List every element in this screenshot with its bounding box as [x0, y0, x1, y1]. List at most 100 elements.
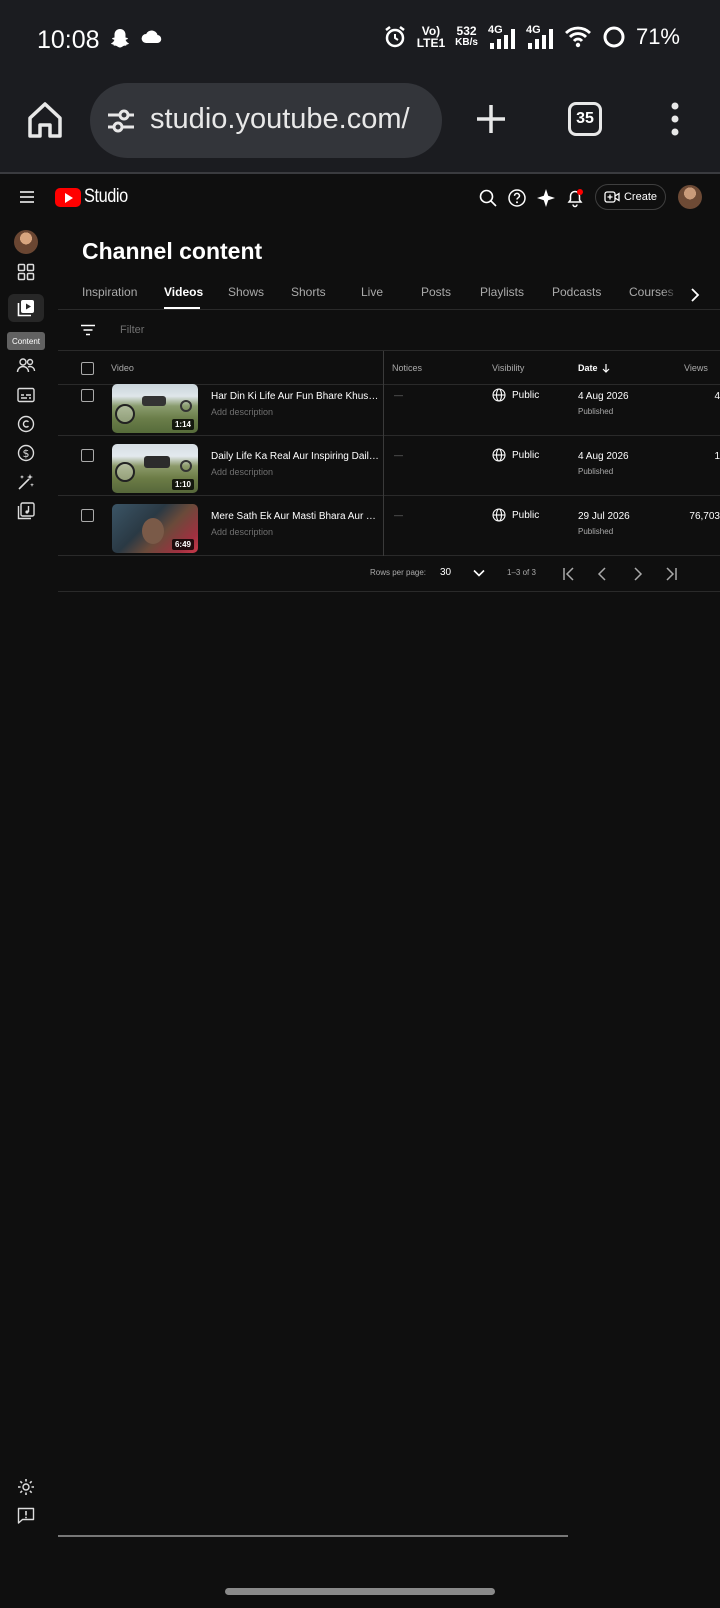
channel-avatar[interactable]: [14, 230, 38, 254]
video-title[interactable]: Har Din Ki Life Aur Fun Bhare Khushi ke …: [211, 391, 379, 402]
video-title[interactable]: Daily Life Ka Real Aur Inspiring Daily V…: [211, 451, 379, 462]
studio-logo[interactable]: Studio: [55, 186, 135, 208]
pagination: Rows per page: 30 1–3 of 3: [58, 556, 720, 592]
first-page-icon[interactable]: [560, 565, 578, 583]
search-icon[interactable]: [478, 188, 498, 208]
video-notice: —: [394, 450, 403, 460]
last-page-icon[interactable]: [662, 565, 680, 583]
row-checkbox[interactable]: [81, 389, 94, 402]
earn-icon[interactable]: $: [14, 441, 38, 465]
copyright-icon[interactable]: [14, 412, 38, 436]
row-checkbox[interactable]: [81, 449, 94, 462]
table-row[interactable]: 1:14 Har Din Ki Life Aur Fun Bhare Khush…: [58, 376, 720, 436]
tab-videos[interactable]: Videos: [164, 285, 203, 299]
globe-icon: [492, 388, 506, 402]
status-bar: 10:08 Vo) LTE1 532 KB/s 4G 4G 71%: [0, 0, 720, 80]
signal-icon-1: 4G: [488, 24, 516, 50]
tabs-scroll-right-button[interactable]: [662, 280, 720, 309]
menu-icon[interactable]: [19, 190, 35, 204]
rows-per-page-select[interactable]: 30: [440, 567, 451, 578]
sparkle-icon[interactable]: [536, 188, 556, 208]
video-status: Published: [578, 467, 614, 476]
net-speed: 532: [456, 24, 477, 38]
subtitles-icon[interactable]: [14, 383, 38, 407]
audio-library-icon[interactable]: [14, 499, 38, 523]
globe-icon: [492, 508, 506, 522]
help-icon[interactable]: [507, 188, 527, 208]
video-duration: 6:49: [171, 539, 194, 550]
visibility-cell[interactable]: Public: [492, 508, 539, 522]
video-duration: 1:10: [171, 479, 194, 490]
new-tab-icon[interactable]: [474, 102, 508, 136]
video-description[interactable]: Add description: [211, 527, 273, 537]
notifications-bell-icon[interactable]: [565, 188, 585, 208]
battery-ring-icon: [603, 26, 625, 48]
tab-inspiration[interactable]: Inspiration: [82, 285, 137, 299]
active-tab-indicator: [164, 307, 200, 309]
video-description[interactable]: Add description: [211, 467, 273, 477]
filter-bar[interactable]: Filter: [58, 311, 720, 351]
content-tooltip: Content: [7, 332, 45, 350]
content-icon[interactable]: [14, 296, 38, 320]
visibility-cell[interactable]: Public: [492, 448, 539, 462]
video-duration: 1:14: [171, 419, 194, 430]
visibility-cell[interactable]: Public: [492, 388, 539, 402]
video-views: 76,703: [689, 511, 720, 522]
globe-icon: [492, 448, 506, 462]
video-date: 29 Jul 2026: [578, 511, 630, 522]
video-thumbnail[interactable]: 6:49: [112, 504, 198, 553]
tab-podcasts[interactable]: Podcasts: [552, 285, 601, 299]
site-settings-icon[interactable]: [106, 107, 136, 135]
video-description[interactable]: Add description: [211, 407, 273, 417]
header-visibility: Visibility: [492, 363, 525, 373]
horizontal-scrollbar[interactable]: [58, 1535, 568, 1537]
table-row[interactable]: 6:49 Mere Sath Ek Aur Masti Bhara Aur Ya…: [58, 496, 720, 556]
create-label: Create: [623, 191, 658, 203]
page-title: Channel content: [82, 238, 263, 264]
video-status: Published: [578, 407, 614, 416]
url-text[interactable]: studio.youtube.com/: [150, 103, 410, 136]
pagination-range: 1–3 of 3: [507, 568, 536, 577]
tab-shorts[interactable]: Shorts: [291, 285, 326, 299]
community-icon[interactable]: [14, 354, 38, 378]
settings-gear-icon[interactable]: [16, 1477, 36, 1497]
snapchat-icon: [111, 29, 129, 48]
tab-shows[interactable]: Shows: [228, 285, 264, 299]
header-views: Views: [684, 363, 708, 373]
battery-percent: 71%: [635, 24, 680, 49]
tab-posts[interactable]: Posts: [421, 285, 451, 299]
home-icon[interactable]: [26, 100, 64, 140]
filter-icon[interactable]: [80, 324, 96, 336]
video-views: 1: [714, 451, 720, 462]
video-thumbnail[interactable]: 1:14: [112, 384, 198, 433]
video-date: 4 Aug 2026: [578, 391, 629, 402]
table-row[interactable]: 1:10 Daily Life Ka Real Aur Inspiring Da…: [58, 436, 720, 496]
youtube-logo-icon: [55, 187, 81, 207]
feedback-icon[interactable]: [16, 1506, 36, 1526]
tab-switcher-button[interactable]: 35: [568, 102, 602, 136]
gesture-nav-bar[interactable]: [225, 1588, 495, 1595]
tab-playlists[interactable]: Playlists: [480, 285, 524, 299]
customization-wand-icon[interactable]: [14, 470, 38, 494]
visibility-label: Public: [512, 449, 540, 461]
header-date[interactable]: Date: [578, 363, 610, 373]
studio-header: Studio Create: [0, 176, 720, 220]
previous-page-icon[interactable]: [594, 565, 612, 583]
clock: 10:08: [37, 26, 100, 54]
row-checkbox[interactable]: [81, 509, 94, 522]
video-title[interactable]: Mere Sath Ek Aur Masti Bhara Aur Yaadgar…: [211, 511, 379, 522]
more-vert-icon[interactable]: [667, 102, 683, 136]
lte-label: LTE1: [416, 36, 446, 50]
next-page-icon[interactable]: [628, 565, 646, 583]
chevron-down-icon[interactable]: [472, 566, 486, 580]
account-avatar[interactable]: [678, 185, 702, 209]
create-button[interactable]: Create: [595, 184, 666, 210]
video-thumbnail[interactable]: 1:10: [112, 444, 198, 493]
dashboard-icon[interactable]: [14, 260, 38, 284]
filter-input[interactable]: Filter: [120, 324, 144, 336]
tab-live[interactable]: Live: [361, 285, 383, 299]
rows-per-page-label: Rows per page:: [370, 568, 427, 577]
select-all-checkbox[interactable]: [81, 362, 94, 375]
address-bar[interactable]: studio.youtube.com/: [90, 83, 442, 158]
signal-icon-2: 4G: [526, 24, 554, 50]
